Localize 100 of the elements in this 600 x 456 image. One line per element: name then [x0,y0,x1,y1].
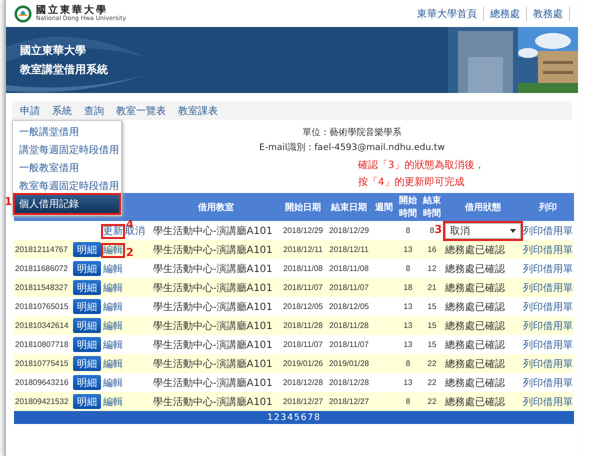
end-time: 16 [428,244,436,254]
menu-item[interactable]: 個人借用記錄 [15,195,119,213]
action-link[interactable]: 編輯 [103,340,123,350]
top-link[interactable]: 東華大學首頁 [417,6,484,20]
start-time: 18 [404,282,412,292]
detail-button[interactable]: 明細 [73,337,101,352]
detail-button[interactable]: 明細 [73,242,101,257]
start-date: 2018/11/28 [283,320,323,330]
menu-item[interactable]: 一般講堂借用 [15,123,119,141]
end-time: 22 [428,378,436,386]
end-date: 2018/12/11 [329,244,369,254]
print-link[interactable]: 列印借用單 [523,378,573,388]
end-time: 12 [428,264,436,272]
detail-button[interactable]: 明細 [73,318,101,333]
nav-item[interactable]: 教室課表 [178,104,218,118]
end-date: 2018/12/28 [328,378,370,386]
banner-title: 國立東華大學 [20,43,87,58]
menu-item[interactable]: 一般教室借用 [15,159,119,177]
column-header: 開始時間 [396,193,420,221]
action-link[interactable]: 編輯 [103,244,123,256]
start-date: 2018/12/28 [282,378,324,386]
start-date: 2018/11/07 [283,340,323,348]
end-date: 2019/01/28 [328,358,370,368]
end-time: 15 [428,340,436,348]
booking-id: 201810765015 [15,302,68,310]
booking-id: 201810807718 [15,340,68,348]
info-text: E-mail識別：fael-4593@mail.ndhu.edu.tw [259,142,445,154]
print-link[interactable]: 列印借用單 [523,340,573,350]
end-time: 15 [428,302,436,310]
menu-item[interactable]: 教室每週固定時段借用 [15,177,119,195]
detail-button[interactable]: 明細 [73,261,101,276]
detail-button[interactable]: 明細 [73,375,101,390]
start-date: 2018/11/08 [283,264,323,272]
booking-id: 201811686072 [15,264,68,272]
status-select[interactable]: 取消 [445,222,521,238]
start-date: 2018/12/27 [282,396,324,406]
start-date: 2018/12/11 [283,244,323,254]
start-time: 13 [404,302,412,310]
end-date: 2018/12/29 [328,226,370,234]
status-text: 總務處已確認 [445,358,505,370]
menu-item[interactable]: 講堂每週固定時段借用 [15,141,119,159]
room-text: 學生活動中心-演講廳A101 [153,282,273,294]
print-link[interactable]: 列印借用單 [523,244,573,256]
page-links[interactable]: 12345678 [267,412,321,422]
action-link[interactable]: 編輯 [103,264,123,274]
caret-icon [510,228,516,232]
detail-button[interactable]: 明細 [73,280,101,295]
end-date: 2018/11/08 [329,264,369,272]
booking-id: 201811548327 [15,282,68,292]
status-text: 總務處已確認 [445,244,505,256]
print-link[interactable]: 列印借用單 [523,282,573,294]
start-time: 13 [404,244,412,254]
start-time: 13 [404,378,412,386]
print-link[interactable]: 列印借用單 [523,358,573,370]
detail-button[interactable]: 明細 [73,356,101,371]
end-date: 2018/11/28 [329,320,369,330]
nav-item[interactable]: 系統 [52,104,72,118]
booking-id: 201810342614 [15,320,68,330]
room-text: 學生活動中心-演講廳A101 [153,302,273,312]
end-time: 8 [430,226,434,234]
print-link[interactable]: 列印借用單 [523,320,573,332]
print-link[interactable]: 列印借用單 [523,264,573,274]
room-text: 學生活動中心-演講廳A101 [153,378,273,388]
status-text: 總務處已確認 [445,340,505,350]
end-time: 22 [428,358,436,368]
banner-title: 教室講堂借用系統 [20,62,108,77]
top-link[interactable]: 教務處 [533,6,570,20]
print-link[interactable]: 列印借用單 [523,302,573,312]
start-time: 8 [406,264,410,272]
start-time: 8 [406,396,410,406]
column-header: 週間 [372,193,396,221]
info-text: 單位：藝術學院音樂學系 [302,126,402,139]
action-link[interactable]: 編輯 [103,378,123,388]
end-date: 2018/12/27 [328,396,370,406]
status-text: 總務處已確認 [445,264,505,274]
print-link[interactable]: 列印借用單 [523,226,573,236]
callout-number: 2 [126,246,134,258]
nav-item[interactable]: 申請 [20,104,40,118]
column-header: 結束時間 [420,193,444,221]
action-link[interactable]: 編輯 [103,282,123,294]
start-time: 13 [404,320,412,330]
top-link[interactable]: 總務處 [490,6,527,20]
detail-button[interactable]: 明細 [73,394,101,409]
status-text: 總務處已確認 [445,302,505,312]
action-link[interactable]: 編輯 [103,358,123,370]
status-text: 總務處已確認 [445,396,505,408]
detail-button[interactable]: 明細 [73,299,101,314]
print-link[interactable]: 列印借用單 [523,396,573,408]
nav-item[interactable]: 查詢 [84,104,104,118]
end-time: 22 [428,396,436,406]
status-text: 總務處已確認 [445,378,505,388]
action-link[interactable]: 編輯 [103,396,123,408]
room-text: 學生活動中心-演講廳A101 [153,226,273,236]
status-text: 總務處已確認 [445,320,505,332]
action-link[interactable]: 更新 [103,226,123,236]
nav-item[interactable]: 教室一覽表 [116,104,166,118]
action-link[interactable]: 編輯 [103,320,123,332]
start-time: 8 [406,226,410,234]
action-link[interactable]: 編輯 [103,302,123,312]
booking-id: 201809643216 [15,378,68,386]
